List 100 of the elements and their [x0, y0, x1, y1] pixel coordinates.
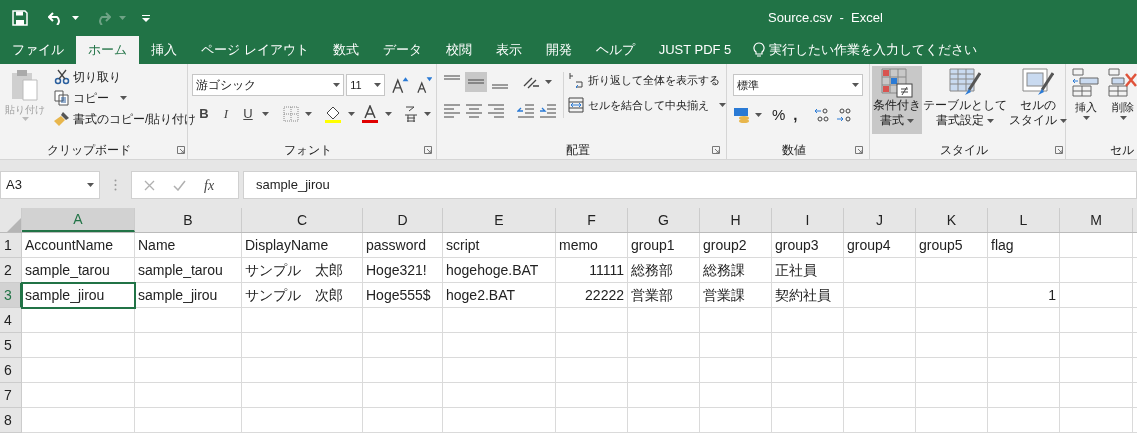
- ribbon-tab[interactable]: 表示: [483, 36, 534, 64]
- empty-cell[interactable]: [628, 358, 700, 383]
- empty-cell[interactable]: [1060, 283, 1133, 308]
- borders-icon[interactable]: [283, 105, 299, 122]
- conditional-formatting-button[interactable]: 条件付き 書式: [872, 66, 922, 134]
- column-header[interactable]: F: [556, 208, 628, 232]
- empty-cell[interactable]: [916, 408, 988, 433]
- empty-cell[interactable]: [988, 333, 1060, 358]
- row-header[interactable]: 8: [0, 408, 22, 433]
- empty-cell[interactable]: [844, 383, 916, 408]
- empty-cell[interactable]: [1060, 333, 1133, 358]
- increase-decimal-icon[interactable]: [813, 107, 832, 124]
- cell-styles-button[interactable]: セルの スタイル: [1008, 66, 1068, 134]
- empty-cell[interactable]: [916, 283, 988, 308]
- column-header[interactable]: G: [628, 208, 700, 232]
- empty-cell[interactable]: [443, 333, 556, 358]
- align-left-icon[interactable]: [443, 102, 461, 118]
- column-header[interactable]: L: [988, 208, 1060, 232]
- underline-button[interactable]: U: [240, 104, 256, 124]
- font-color-icon[interactable]: [361, 104, 379, 123]
- ribbon-tab[interactable]: JUST PDF 5: [646, 36, 744, 64]
- empty-cell[interactable]: [1060, 408, 1133, 433]
- empty-cell[interactable]: [988, 358, 1060, 383]
- empty-cell[interactable]: [844, 333, 916, 358]
- percent-button[interactable]: %: [772, 104, 786, 127]
- increase-indent-icon[interactable]: [539, 102, 557, 118]
- font-name-field[interactable]: 游ゴシック: [192, 74, 345, 96]
- insert-button[interactable]: 挿入: [1070, 68, 1102, 120]
- align-right-icon[interactable]: [487, 102, 505, 118]
- ribbon-tab[interactable]: データ: [370, 36, 434, 64]
- align-center-icon[interactable]: [465, 102, 483, 118]
- row-header[interactable]: 7: [0, 383, 22, 408]
- ribbon-tab[interactable]: ホーム: [76, 36, 139, 64]
- empty-cell[interactable]: [916, 358, 988, 383]
- ribbon-tab[interactable]: ページ レイアウト: [189, 36, 321, 64]
- empty-cell[interactable]: [700, 358, 772, 383]
- empty-cell[interactable]: [135, 333, 242, 358]
- tell-me-field[interactable]: 実行したい作業を入力してください: [753, 36, 1030, 64]
- empty-cell[interactable]: [628, 383, 700, 408]
- empty-cell[interactable]: [1060, 258, 1133, 283]
- phonetic-icon[interactable]: [404, 104, 418, 123]
- formula-field[interactable]: sample_jirou: [243, 171, 1137, 199]
- empty-cell[interactable]: [772, 333, 844, 358]
- row-header[interactable]: 4: [0, 308, 22, 333]
- empty-cell[interactable]: [628, 408, 700, 433]
- dialog-launcher-icon[interactable]: [855, 146, 863, 154]
- column-header[interactable]: I: [772, 208, 844, 232]
- format-painter-button[interactable]: 書式のコピー/貼り付け: [54, 110, 197, 128]
- empty-cell[interactable]: [135, 383, 242, 408]
- customize-icon[interactable]: [142, 14, 150, 22]
- empty-cell[interactable]: [628, 333, 700, 358]
- empty-cell[interactable]: [1060, 358, 1133, 383]
- currency-icon[interactable]: [733, 107, 751, 124]
- empty-cell[interactable]: [363, 308, 443, 333]
- empty-cell[interactable]: [242, 408, 363, 433]
- row-header[interactable]: 6: [0, 358, 22, 383]
- dialog-launcher-icon[interactable]: [424, 146, 432, 154]
- empty-cell[interactable]: [916, 308, 988, 333]
- empty-cell[interactable]: [556, 333, 628, 358]
- format-as-table-button[interactable]: テーブルとして 書式設定: [922, 66, 1008, 134]
- column-header[interactable]: K: [916, 208, 988, 232]
- empty-cell[interactable]: [700, 383, 772, 408]
- empty-cell[interactable]: [363, 408, 443, 433]
- empty-cell[interactable]: [844, 258, 916, 283]
- save-icon[interactable]: [12, 10, 28, 26]
- empty-cell[interactable]: [988, 308, 1060, 333]
- empty-cell[interactable]: [988, 383, 1060, 408]
- empty-cell[interactable]: [556, 383, 628, 408]
- ribbon-tab[interactable]: ファイル: [0, 36, 76, 64]
- cancel-icon[interactable]: [144, 179, 155, 191]
- empty-cell[interactable]: [916, 383, 988, 408]
- column-header[interactable]: H: [700, 208, 772, 232]
- merge-center-button[interactable]: セルを結合して中央揃え: [568, 96, 726, 113]
- empty-cell[interactable]: [135, 308, 242, 333]
- empty-cell[interactable]: [443, 358, 556, 383]
- empty-cell[interactable]: [242, 383, 363, 408]
- empty-cell[interactable]: [844, 358, 916, 383]
- delete-button[interactable]: 削除: [1106, 68, 1137, 120]
- fill-color-icon[interactable]: [324, 104, 342, 123]
- empty-cell[interactable]: [363, 333, 443, 358]
- empty-cell[interactable]: [363, 358, 443, 383]
- empty-cell[interactable]: [844, 308, 916, 333]
- empty-cell[interactable]: [1060, 308, 1133, 333]
- bold-button[interactable]: B: [196, 104, 212, 124]
- empty-cell[interactable]: [916, 258, 988, 283]
- empty-cell[interactable]: [772, 308, 844, 333]
- column-header[interactable]: A: [22, 208, 135, 232]
- name-box[interactable]: A3: [0, 171, 100, 199]
- dialog-launcher-icon[interactable]: [712, 146, 720, 154]
- empty-cell[interactable]: [1060, 233, 1133, 258]
- decrease-font-size-icon[interactable]: [414, 76, 432, 94]
- empty-cell[interactable]: [772, 383, 844, 408]
- decrease-indent-icon[interactable]: [517, 102, 535, 118]
- empty-cell[interactable]: [916, 333, 988, 358]
- empty-cell[interactable]: [556, 308, 628, 333]
- number-format-field[interactable]: 標準: [733, 74, 863, 96]
- row-header[interactable]: 3: [0, 283, 22, 308]
- empty-cell[interactable]: [700, 333, 772, 358]
- empty-cell[interactable]: [443, 408, 556, 433]
- font-size-field[interactable]: 11: [346, 74, 386, 96]
